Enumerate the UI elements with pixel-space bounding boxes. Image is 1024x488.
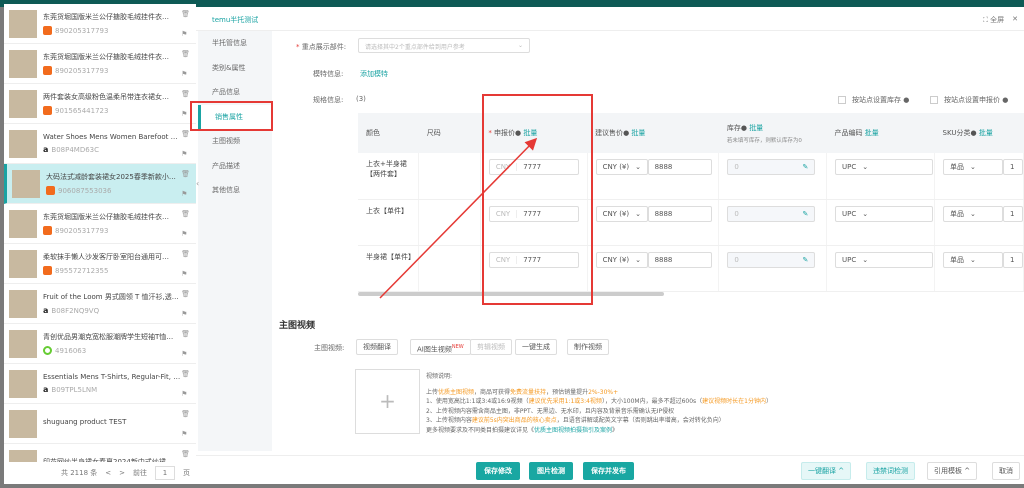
video-tool-button[interactable]: AI图生视频NEW (410, 339, 471, 355)
save-button[interactable]: 保存修改 (476, 462, 520, 480)
image-check-button[interactable]: 图片检测 (529, 462, 573, 480)
video-notes: 视频说明: 上传优质主图视频，商品可获得免费流量扶持，预估销量提升2%-30%+… (426, 373, 772, 434)
video-tool-button[interactable]: 一键生成 (515, 339, 557, 355)
save-publish-button[interactable]: 保存并发布 (583, 462, 634, 480)
cancel-button[interactable]: 取消 (992, 462, 1020, 480)
template-button[interactable]: 引用模板 ^ (927, 462, 978, 480)
forbidden-word-check-button[interactable]: 违禁词检测 (866, 462, 915, 480)
translate-button[interactable]: 一键翻译 ^ (801, 462, 852, 480)
upload-video-button[interactable]: + (355, 369, 420, 434)
video-guide-link[interactable]: 优质主图视频拍摄指引及案例 (534, 427, 612, 434)
video-section-title: 主图视频 (279, 321, 316, 331)
video-tool-button[interactable]: 视频翻译 (356, 339, 398, 355)
video-label: 主图视频: (314, 344, 345, 352)
new-badge: NEW (451, 344, 464, 350)
video-tool-button[interactable]: 剪辑视频 (470, 339, 512, 355)
video-tool-button[interactable]: 制作视频 (567, 339, 609, 355)
